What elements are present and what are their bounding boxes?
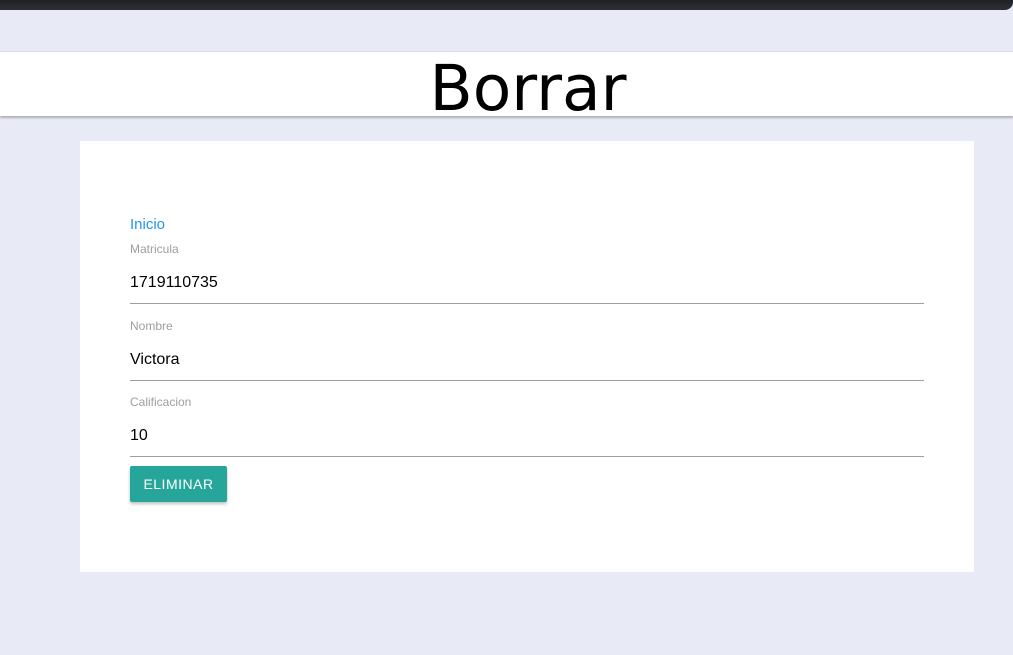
form-card: Inicio Matricula Nombre Calificacion ELI… <box>80 141 974 572</box>
title-bar: Borrar <box>0 51 1013 125</box>
nombre-label: Nombre <box>130 319 173 333</box>
matricula-label: Matricula <box>130 242 179 256</box>
page-title: Borrar <box>429 52 627 125</box>
inicio-link[interactable]: Inicio <box>130 216 165 233</box>
eliminar-button[interactable]: ELIMINAR <box>130 466 227 502</box>
calificacion-input[interactable] <box>130 415 924 457</box>
matricula-input[interactable] <box>130 262 924 304</box>
calificacion-label: Calificacion <box>130 395 192 409</box>
nombre-input[interactable] <box>130 339 924 381</box>
browser-top-strip <box>0 0 1013 10</box>
